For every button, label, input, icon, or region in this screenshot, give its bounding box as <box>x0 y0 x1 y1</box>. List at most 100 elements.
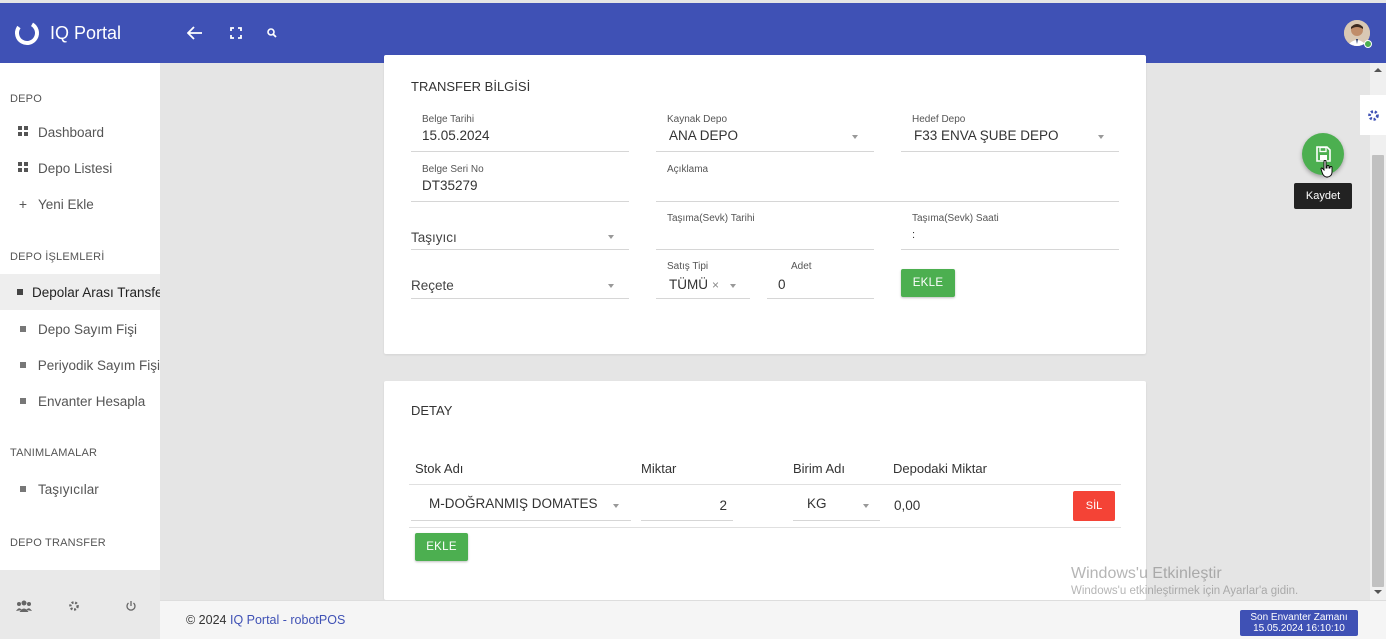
page-scrollbar[interactable] <box>1370 63 1386 600</box>
square-icon <box>17 287 23 298</box>
sidebar: DEPO Dashboard Depo Listesi + Yeni Ekle … <box>0 63 160 570</box>
belge-seri-no-label: Belge Seri No <box>422 164 484 175</box>
square-icon <box>17 396 29 407</box>
sidebar-item-tasiyicilar[interactable]: Taşıyıcılar <box>0 471 160 507</box>
sidebar-item-yeni-ekle[interactable]: + Yeni Ekle <box>0 186 160 222</box>
kaynak-depo-value: ANA DEPO <box>669 128 739 143</box>
sidebar-item-depolar-arasi-transfer[interactable]: Depolar Arası Transfer <box>0 274 160 310</box>
save-tooltip: Kaydet <box>1294 183 1352 209</box>
tasiyici-placeholder: Taşıyıcı <box>411 230 457 245</box>
column-header-stok-adi: Stok Adı <box>415 461 464 476</box>
hedef-depo-label: Hedef Depo <box>912 114 966 125</box>
scroll-down-icon[interactable] <box>1374 589 1382 595</box>
belge-tarihi-field[interactable]: Belge Tarihi 15.05.2024 <box>411 114 629 152</box>
inventory-time-badge: Son Envanter Zamanı 15.05.2024 16:10:10 <box>1240 610 1358 636</box>
hedef-depo-value: F33 ENVA ŞUBE DEPO <box>914 128 1059 143</box>
scroll-up-icon[interactable] <box>1374 67 1382 73</box>
sidebar-section-depo-transfer: DEPO TRANSFER <box>10 537 106 549</box>
inventory-badge-label: Son Envanter Zamanı <box>1250 612 1348 623</box>
grid-icon <box>17 125 29 139</box>
miktar-input[interactable]: 2 <box>641 487 733 521</box>
birim-adi-select[interactable]: KG <box>793 487 880 521</box>
adet-label: Adet <box>791 261 812 272</box>
square-icon <box>17 360 29 371</box>
chevron-down-icon <box>608 284 614 288</box>
depodaki-miktar-value: 0,00 <box>894 498 921 513</box>
sidebar-item-label: Depolar Arası Transfer <box>32 284 160 300</box>
copyright-text: © 2024 <box>186 613 230 627</box>
kaynak-depo-select[interactable]: Kaynak Depo ANA DEPO <box>656 114 874 152</box>
settings-panel-toggle[interactable] <box>1360 95 1386 135</box>
square-icon <box>17 324 29 335</box>
search-icon[interactable] <box>262 23 282 43</box>
sidebar-item-envanter-hesapla[interactable]: Envanter Hesapla <box>0 383 160 419</box>
miktar-value: 2 <box>719 498 727 513</box>
satis-tipi-value: TÜMÜ <box>669 277 708 292</box>
table-row-divider <box>409 527 1121 528</box>
chevron-down-icon <box>608 235 614 239</box>
stok-adi-select[interactable]: M-DOĞRANMIŞ DOMATES <box>411 487 631 521</box>
gear-icon <box>1367 109 1379 121</box>
belge-seri-no-value: DT35279 <box>422 178 478 193</box>
online-status-dot <box>1364 40 1372 48</box>
sidebar-item-label: Yeni Ekle <box>38 196 94 212</box>
belge-tarihi-label: Belge Tarihi <box>422 114 475 125</box>
chevron-down-icon <box>1098 135 1104 139</box>
fullscreen-icon[interactable] <box>226 23 246 43</box>
birim-adi-value: KG <box>807 496 827 511</box>
sidebar-item-label: Depo Listesi <box>38 160 113 176</box>
clear-icon[interactable]: × <box>712 278 719 292</box>
tasima-tarihi-label: Taşıma(Sevk) Tarihi <box>667 213 755 224</box>
kaynak-depo-label: Kaynak Depo <box>667 114 728 125</box>
tasima-tarihi-field[interactable]: Taşıma(Sevk) Tarihi <box>656 213 874 250</box>
recete-select[interactable]: Reçete <box>411 263 629 299</box>
aciklama-field[interactable]: Açıklama <box>656 164 1119 202</box>
watermark-title: Windows'u Etkinleştir <box>1071 565 1222 582</box>
adet-field[interactable]: Adet 0 <box>767 261 874 299</box>
sidebar-item-label: Dashboard <box>38 124 105 140</box>
scrollbar-thumb[interactable] <box>1372 155 1384 587</box>
tasima-saati-field[interactable]: Taşıma(Sevk) Saati : <box>901 213 1119 250</box>
sidebar-item-depo-listesi[interactable]: Depo Listesi <box>0 150 160 186</box>
table-header-divider <box>409 484 1121 485</box>
sidebar-item-dashboard[interactable]: Dashboard <box>0 114 160 150</box>
sidebar-item-label: Taşıyıcılar <box>38 481 99 497</box>
sidebar-item-label: Depo Sayım Fişi <box>38 321 138 337</box>
footer-link[interactable]: IQ Portal - robotPOS <box>230 613 345 627</box>
chevron-down-icon <box>852 135 858 139</box>
sidebar-footer <box>0 570 160 639</box>
sidebar-item-label: Periyodik Sayım Fişi <box>37 357 160 373</box>
recete-placeholder: Reçete <box>411 278 454 293</box>
tasiyici-select[interactable]: Taşıyıcı <box>411 215 629 250</box>
power-icon[interactable] <box>123 598 139 614</box>
gear-icon[interactable] <box>66 598 82 614</box>
sidebar-item-depo-sayim-fisi[interactable]: Depo Sayım Fişi <box>0 311 160 347</box>
transfer-title: TRANSFER BİLGİSİ <box>411 79 531 94</box>
delete-row-button[interactable]: SİL <box>1073 491 1115 521</box>
column-header-birim-adi: Birim Adı <box>793 461 846 476</box>
aciklama-label: Açıklama <box>667 164 709 175</box>
page-footer: © 2024 IQ Portal - robotPOS <box>160 600 1386 639</box>
satis-tipi-select[interactable]: Satış Tipi TÜMÜ × <box>656 261 750 299</box>
column-header-depodaki-miktar: Depodaki Miktar <box>893 461 987 476</box>
add-row-button[interactable]: EKLE <box>415 533 468 561</box>
users-icon[interactable] <box>16 598 32 614</box>
logo-icon <box>15 21 39 45</box>
brand[interactable]: IQ Portal <box>14 20 121 46</box>
sidebar-section-tanimlamalar: TANIMLAMALAR <box>10 447 98 459</box>
detay-title: DETAY <box>411 403 453 418</box>
grid-icon <box>17 161 29 175</box>
sidebar-item-periyodik-sayim-fisi[interactable]: Periyodik Sayım Fişi <box>0 347 160 383</box>
back-arrow-icon[interactable] <box>185 23 205 43</box>
add-product-button[interactable]: EKLE <box>901 269 955 297</box>
chevron-down-icon <box>613 504 619 508</box>
satis-tipi-label: Satış Tipi <box>667 261 709 272</box>
belge-seri-no-field[interactable]: Belge Seri No DT35279 <box>411 164 629 202</box>
watermark-subtitle: Windows'u etkinleştirmek için Ayarlar'a … <box>1071 585 1299 597</box>
hedef-depo-select[interactable]: Hedef Depo F33 ENVA ŞUBE DEPO <box>901 114 1119 152</box>
sidebar-section-depo-islemleri: DEPO İŞLEMLERİ <box>10 251 105 263</box>
plus-icon: + <box>18 196 28 212</box>
app-name: IQ Portal <box>50 22 122 43</box>
chevron-down-icon <box>863 504 869 508</box>
sidebar-section-depo: DEPO <box>10 93 42 105</box>
